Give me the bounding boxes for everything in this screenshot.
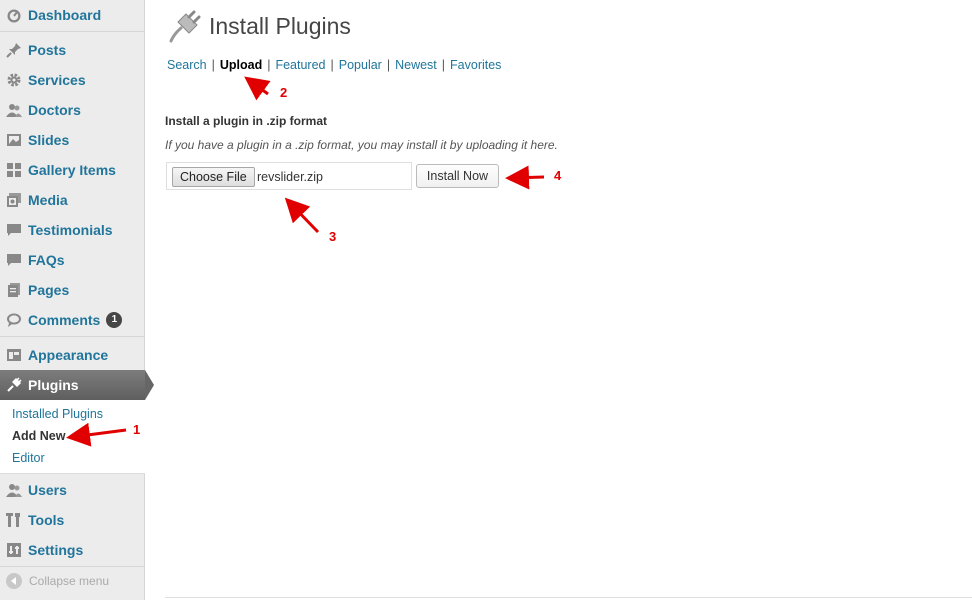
sidebar-item-media[interactable]: Media bbox=[0, 185, 145, 215]
sidebar-item-label: Pages bbox=[28, 282, 70, 298]
upload-description: If you have a plugin in a .zip format, y… bbox=[165, 138, 558, 152]
submenu-installed-plugins[interactable]: Installed Plugins bbox=[12, 407, 103, 421]
collapse-arrow-icon bbox=[6, 573, 22, 589]
sidebar-item-label: Services bbox=[28, 72, 86, 88]
submenu-add-new[interactable]: Add New bbox=[12, 429, 65, 443]
sidebar-item-label: Users bbox=[28, 482, 67, 498]
sidebar-item-label: Appearance bbox=[28, 347, 109, 363]
choose-file-button[interactable]: Choose File bbox=[172, 167, 255, 187]
arrow-4 bbox=[505, 165, 545, 190]
users-icon bbox=[6, 482, 22, 498]
sidebar-item-faqs[interactable]: FAQs bbox=[0, 245, 145, 275]
users-icon bbox=[6, 102, 22, 118]
sidebar-item-label: Settings bbox=[28, 542, 84, 558]
sidebar-item-dashboard[interactable]: Dashboard bbox=[0, 0, 145, 30]
sidebar-item-label: FAQs bbox=[28, 252, 65, 268]
pin-icon bbox=[6, 42, 22, 58]
sidebar-item-posts[interactable]: Posts bbox=[0, 35, 145, 65]
tab-upload[interactable]: Upload bbox=[220, 58, 262, 72]
sidebar-item-label: Testimonials bbox=[28, 222, 113, 238]
appearance-icon bbox=[6, 347, 22, 363]
grid-icon bbox=[6, 162, 22, 178]
sidebar-item-testimonials[interactable]: Testimonials bbox=[0, 215, 145, 245]
install-now-button[interactable]: Install Now bbox=[416, 164, 499, 188]
admin-sidebar: Dashboard Posts Services Doctors Slides … bbox=[0, 0, 154, 600]
sidebar-item-gallery-items[interactable]: Gallery Items bbox=[0, 155, 145, 185]
tab-featured[interactable]: Featured bbox=[275, 58, 325, 72]
arrow-3 bbox=[284, 197, 320, 234]
pages-icon bbox=[6, 282, 22, 298]
sidebar-item-label: Gallery Items bbox=[28, 162, 116, 178]
collapse-menu-label: Collapse menu bbox=[29, 574, 110, 588]
speech-bubble-icon bbox=[6, 312, 22, 328]
upload-heading: Install a plugin in .zip format bbox=[165, 114, 328, 128]
sidebar-item-settings[interactable]: Settings bbox=[0, 535, 145, 565]
sidebar-item-label: Tools bbox=[28, 512, 65, 528]
sidebar-item-tools[interactable]: Tools bbox=[0, 505, 145, 535]
annotation-1: 1 bbox=[133, 422, 141, 437]
plugin-plug-icon bbox=[167, 10, 201, 44]
selected-file-name: revslider.zip bbox=[257, 170, 323, 184]
sidebar-item-slides[interactable]: Slides bbox=[0, 125, 145, 155]
tab-newest[interactable]: Newest bbox=[395, 58, 437, 72]
plugins-submenu: Installed Plugins Add New Editor bbox=[0, 400, 145, 474]
sidebar-item-services[interactable]: Services bbox=[0, 65, 145, 95]
comment-icon bbox=[6, 252, 22, 268]
arrow-2 bbox=[244, 76, 271, 101]
comment-icon bbox=[6, 222, 22, 238]
annotation-4: 4 bbox=[554, 168, 562, 183]
tab-popular[interactable]: Popular bbox=[339, 58, 382, 72]
file-input[interactable]: Choose File revslider.zip bbox=[166, 162, 412, 190]
tab-search[interactable]: Search bbox=[167, 58, 207, 72]
annotation-3: 3 bbox=[329, 229, 337, 244]
footer-divider bbox=[165, 597, 972, 598]
sidebar-item-label: Doctors bbox=[28, 102, 81, 118]
install-tabs: Search | Upload | Featured | Popular | Newest | Fa… bbox=[167, 58, 502, 72]
tools-icon bbox=[6, 512, 22, 528]
sidebar-item-label: Plugins bbox=[28, 377, 79, 393]
collapse-menu-button[interactable]: Collapse menu bbox=[6, 573, 109, 589]
image-icon bbox=[6, 132, 22, 148]
sidebar-item-label: Dashboard bbox=[28, 7, 102, 23]
sidebar-item-doctors[interactable]: Doctors bbox=[0, 95, 145, 125]
settings-icon bbox=[6, 542, 22, 558]
current-menu-arrow bbox=[145, 370, 154, 400]
comments-count-badge: 1 bbox=[106, 312, 123, 328]
sidebar-item-users[interactable]: Users bbox=[0, 475, 145, 505]
gear-icon bbox=[6, 72, 22, 88]
dashboard-icon bbox=[6, 7, 22, 23]
sidebar-item-label: Posts bbox=[28, 42, 67, 58]
page-title: Install Plugins bbox=[209, 13, 351, 39]
tab-favorites[interactable]: Favorites bbox=[450, 58, 501, 72]
sidebar-item-label: Media bbox=[28, 192, 68, 208]
sidebar-item-label: Slides bbox=[28, 132, 70, 148]
annotation-2: 2 bbox=[280, 85, 288, 100]
sidebar-item-plugins[interactable]: Plugins bbox=[0, 370, 145, 400]
sidebar-item-pages[interactable]: Pages bbox=[0, 275, 145, 305]
sidebar-item-comments[interactable]: Comments 1 bbox=[0, 305, 145, 335]
media-icon bbox=[6, 192, 22, 208]
sidebar-item-label: Comments bbox=[28, 312, 101, 328]
sidebar-item-appearance[interactable]: Appearance bbox=[0, 340, 145, 370]
annotation-arrows bbox=[66, 76, 545, 447]
submenu-editor[interactable]: Editor bbox=[12, 451, 45, 465]
plug-icon bbox=[6, 377, 22, 393]
